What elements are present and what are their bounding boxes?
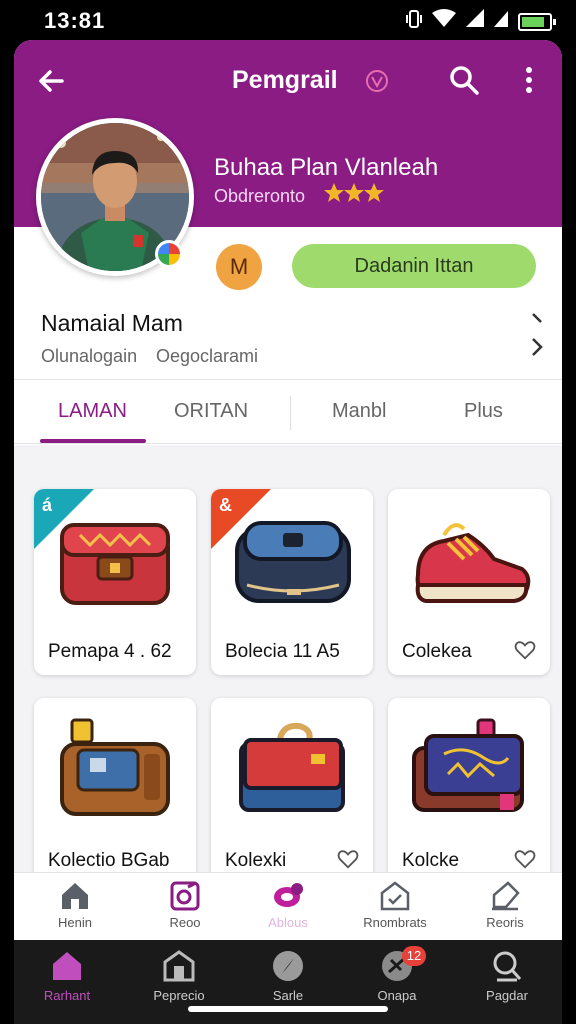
more-vertical-icon	[526, 67, 532, 93]
compass-icon	[273, 951, 303, 981]
more-options-button[interactable]	[514, 62, 544, 98]
search-icon	[493, 951, 522, 982]
purple-chest-icon	[412, 718, 524, 812]
nav-label: Peprecio	[153, 988, 205, 1003]
battery-icon	[518, 12, 556, 31]
nav-label: Rarhant	[43, 988, 91, 1003]
item-label: Bolecia 11 A5	[225, 641, 340, 662]
info-subtitle-right: Oegoclarami	[156, 346, 259, 366]
tab-oritan[interactable]: ORITAN	[174, 400, 248, 423]
status-bar: 13:81	[0, 0, 576, 40]
nav-label: Rnombrats	[363, 915, 427, 930]
item-card[interactable]: Kolcke	[388, 698, 550, 884]
back-button[interactable]	[34, 64, 68, 98]
vibrate-icon	[406, 9, 422, 34]
nav-label: Reoo	[169, 915, 201, 930]
item-card[interactable]: á Pemapa 4 . 62	[34, 489, 196, 675]
stars-icon	[324, 182, 384, 210]
nav-item-reoo[interactable]: Reoo	[140, 879, 230, 930]
app-bottom-nav: Henin Reoo Ablous Rnombrats Reoris	[14, 872, 562, 940]
app-window: Pemgrail Buhaa Plan Vlanleah Obdreronto	[14, 40, 562, 940]
heart-icon[interactable]	[514, 639, 536, 661]
active-tab-indicator	[40, 439, 146, 443]
nav-item-rarhant[interactable]: Rarhant	[22, 948, 112, 1003]
notification-badge: 12	[402, 946, 426, 966]
nav-item-sarle[interactable]: Sarle	[243, 948, 333, 1003]
nav-label: Ablous	[268, 915, 308, 930]
search-button[interactable]	[446, 62, 482, 98]
item-label: Colekea	[402, 641, 472, 662]
item-label: Kolcke	[402, 850, 460, 871]
nav-item-rnombrats[interactable]: Rnombrats	[350, 879, 440, 930]
info-subtitle-left: Olunalogain	[41, 346, 138, 366]
tag-icon	[492, 881, 520, 911]
tab-laman[interactable]: LAMAN	[58, 400, 127, 423]
nav-label: Reoris	[486, 915, 524, 930]
tab-plus[interactable]: Plus	[464, 400, 503, 423]
item-label: Pemapa 4 . 62	[48, 641, 172, 662]
main-bottom-nav: Rarhant Peprecio Sarle 12 Onapa Pagdar	[14, 940, 562, 1024]
blue-case-icon	[235, 521, 351, 603]
nav-label: Onapa	[377, 988, 417, 1003]
home-icon	[62, 883, 88, 909]
search-icon	[450, 66, 479, 95]
nav-item-reoris[interactable]: Reoris	[460, 879, 550, 930]
red-book-case-icon	[239, 722, 345, 812]
level-badge[interactable]: M	[216, 244, 262, 290]
checklist-icon	[380, 881, 410, 911]
heart-icon[interactable]	[337, 848, 359, 870]
heart-icon[interactable]	[514, 848, 536, 870]
brand-emblem-icon	[364, 68, 390, 94]
status-icons	[406, 9, 556, 34]
info-title: Namaial Mam	[41, 310, 183, 336]
nav-item-henin[interactable]: Henin	[30, 879, 120, 930]
nav-item-onapa[interactable]: 12 Onapa	[352, 946, 442, 1003]
item-card[interactable]: & Bolecia 11 A5	[211, 489, 373, 675]
home-icon	[53, 952, 81, 980]
wifi-icon	[432, 9, 456, 34]
primary-action-button[interactable]: Dadanin Ittan	[292, 244, 536, 288]
chevron-right-icon[interactable]	[530, 336, 544, 364]
item-card[interactable]: Colekea	[388, 489, 550, 675]
home-indicator[interactable]	[188, 1006, 388, 1012]
profile-name: Buhaa Plan Vlanleah	[214, 154, 439, 181]
signal-icon	[466, 9, 484, 34]
tab-bar: LAMAN ORITAN Manbl Plus	[14, 382, 562, 444]
item-grid: á Pemapa 4 . 62 & Bolecia 11 A5 Colekea …	[14, 445, 562, 884]
nav-label: Pagdar	[486, 988, 528, 1003]
signal-icon	[494, 9, 508, 34]
google-badge-icon	[155, 240, 183, 268]
brown-backpack-icon	[60, 718, 170, 816]
item-card[interactable]: Kolexki	[211, 698, 373, 884]
red-sneaker-icon	[415, 523, 531, 603]
nav-item-ablous[interactable]: Ablous	[243, 879, 333, 930]
status-time: 13:81	[44, 8, 106, 33]
item-card[interactable]: Kolectio BGab	[34, 698, 196, 884]
nav-label: Sarle	[272, 988, 304, 1003]
chevron-right-icon[interactable]	[530, 306, 544, 334]
arrow-left-icon	[39, 70, 64, 92]
page-title: Pemgrail	[232, 66, 338, 94]
nav-item-peprecio[interactable]: Peprecio	[134, 948, 224, 1003]
nav-item-pagdar[interactable]: Pagdar	[462, 948, 552, 1003]
red-satchel-icon	[60, 523, 170, 605]
info-row[interactable]: Namaial Mam Olunalogain Oegoclarami	[14, 296, 562, 380]
item-label: Kolectio BGab	[48, 850, 170, 871]
tab-manbl[interactable]: Manbl	[332, 400, 386, 423]
tab-divider	[290, 396, 291, 430]
item-label: Kolexki	[225, 850, 287, 871]
profile-subtitle: Obdreronto	[214, 186, 306, 206]
nav-label: Henin	[58, 915, 92, 930]
store-icon	[163, 950, 195, 982]
edit-icon	[170, 881, 200, 911]
chat-icon	[274, 883, 303, 907]
